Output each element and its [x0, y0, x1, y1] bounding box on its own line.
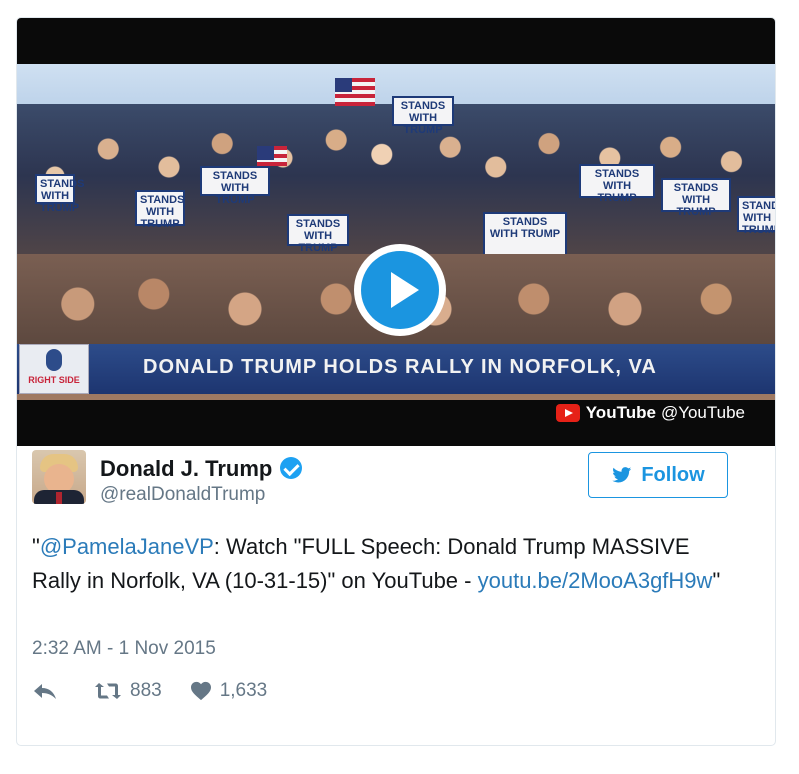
- play-button[interactable]: [354, 244, 446, 336]
- reply-icon: [34, 684, 56, 699]
- quote-open: ": [32, 534, 40, 559]
- retweet-icon: [95, 683, 121, 699]
- avatar[interactable]: [32, 450, 86, 504]
- microphone-icon: [46, 349, 62, 371]
- embedded-tweet-card: STANDS WITH TRUMP STANDS WITH TRUMP STAN…: [16, 17, 776, 746]
- avatar-tie: [56, 492, 62, 504]
- youtube-handle: @YouTube: [660, 403, 745, 422]
- rally-sign: STANDS WITH TRUMP: [737, 196, 775, 236]
- like-button[interactable]: 1,633: [190, 680, 268, 702]
- video-headline: DONALD TRUMP HOLDS RALLY IN NORFOLK, VA: [143, 356, 657, 378]
- tweet-timestamp[interactable]: 2:32 AM - 1 Nov 2015: [32, 638, 216, 660]
- rally-sign: STANDS WITH TRUMP: [35, 174, 84, 214]
- american-flag: [335, 78, 375, 106]
- video-embed[interactable]: STANDS WITH TRUMP STANDS WITH TRUMP STAN…: [17, 18, 775, 446]
- follow-label: Follow: [641, 463, 705, 486]
- american-flag: [257, 146, 287, 166]
- tweet-text: "@PamelaJaneVP: Watch "FULL Speech: Dona…: [32, 530, 732, 598]
- follow-button[interactable]: Follow: [588, 452, 728, 498]
- tweet-actions: 883 1,633: [32, 680, 295, 702]
- youtube-icon: [555, 404, 580, 422]
- quote-close: ": [712, 568, 721, 593]
- rally-sign: STANDS WITH TRUMP: [483, 212, 567, 256]
- youtube-attribution[interactable]: YouTube @YouTube: [555, 403, 745, 423]
- author-name[interactable]: Donald J. Trump: [100, 456, 303, 482]
- rally-sign: STANDS WITH TRUMP: [135, 190, 185, 230]
- url-link[interactable]: youtu.be/2MooA3gfH9w: [478, 568, 713, 593]
- retweet-button[interactable]: 883: [94, 680, 162, 702]
- mention-link[interactable]: @PamelaJaneVP: [40, 534, 214, 559]
- rally-sign: STANDS WITH TRUMP: [392, 96, 454, 136]
- rally-sign: STANDS WITH TRUMP: [579, 164, 655, 204]
- verified-badge-icon: [280, 457, 303, 479]
- like-count: 1,633: [219, 680, 268, 701]
- logo-text: RIGHT SIDE: [28, 375, 80, 385]
- rally-sign: STANDS WITH TRUMP: [661, 178, 731, 218]
- retweet-count: 883: [130, 680, 162, 701]
- twitter-bird-icon: [612, 467, 632, 483]
- reply-button[interactable]: [32, 681, 66, 701]
- heart-icon: [190, 681, 211, 701]
- rally-sign: STANDS WITH TRUMP: [200, 166, 270, 206]
- author-name-text: Donald J. Trump: [100, 456, 273, 481]
- play-icon: [361, 251, 439, 329]
- rally-sign: STANDS WITH TRUMP: [287, 214, 349, 254]
- youtube-brand: YouTube: [585, 403, 656, 422]
- news-lower-third: RIGHT SIDE DONALD TRUMP HOLDS RALLY IN N…: [17, 344, 775, 394]
- right-side-logo: RIGHT SIDE: [19, 344, 89, 394]
- video-thumbnail[interactable]: STANDS WITH TRUMP STANDS WITH TRUMP STAN…: [17, 64, 775, 400]
- author-handle[interactable]: @realDonaldTrump: [100, 484, 265, 506]
